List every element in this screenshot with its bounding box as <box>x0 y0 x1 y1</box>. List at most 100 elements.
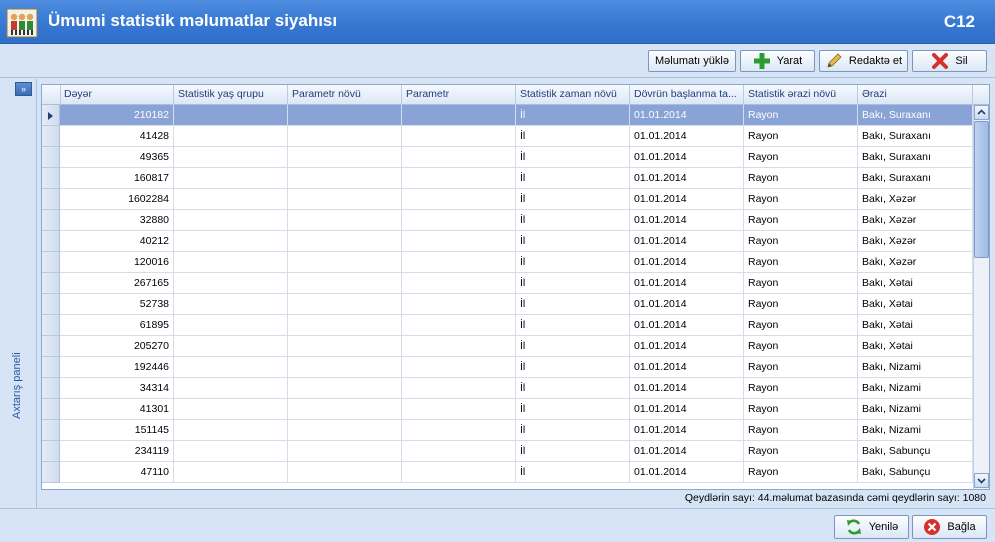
edit-button[interactable]: Redaktə et <box>819 50 908 72</box>
table-cell[interactable]: Rayon <box>744 168 858 189</box>
table-cell[interactable]: İl <box>516 252 630 273</box>
table-row[interactable]: 267165 İl 01.01.2014 Rayon Bakı, Xətai <box>42 273 989 294</box>
close-button[interactable]: Bağla <box>912 515 987 539</box>
table-cell[interactable]: 120016 <box>60 252 174 273</box>
table-cell[interactable]: Rayon <box>744 336 858 357</box>
table-cell[interactable]: Rayon <box>744 357 858 378</box>
table-cell[interactable] <box>402 399 516 420</box>
table-cell[interactable]: 41301 <box>60 399 174 420</box>
table-cell[interactable] <box>174 315 288 336</box>
table-cell[interactable]: Bakı, Sabunçu <box>858 441 973 462</box>
table-cell[interactable]: 192446 <box>60 357 174 378</box>
table-cell[interactable]: Bakı, Sabunçu <box>858 462 973 483</box>
table-cell[interactable] <box>174 357 288 378</box>
table-cell[interactable]: Rayon <box>744 294 858 315</box>
table-cell[interactable]: İl <box>516 462 630 483</box>
row-indicator[interactable] <box>42 210 60 231</box>
row-indicator[interactable] <box>42 420 60 441</box>
table-cell[interactable]: 01.01.2014 <box>630 420 744 441</box>
vertical-scrollbar[interactable] <box>973 105 989 489</box>
table-row[interactable]: 47110 İl 01.01.2014 Rayon Bakı, Sabunçu <box>42 462 989 483</box>
table-row[interactable]: 32880 İl 01.01.2014 Rayon Bakı, Xəzər <box>42 210 989 231</box>
table-cell[interactable]: Bakı, Xəzər <box>858 252 973 273</box>
table-cell[interactable]: 41428 <box>60 126 174 147</box>
column-header[interactable]: Ərazi <box>858 85 973 105</box>
table-cell[interactable] <box>174 168 288 189</box>
table-cell[interactable] <box>174 399 288 420</box>
table-row[interactable]: 49365 İl 01.01.2014 Rayon Bakı, Suraxanı <box>42 147 989 168</box>
table-cell[interactable]: Bakı, Xəzər <box>858 231 973 252</box>
row-indicator[interactable] <box>42 168 60 189</box>
table-cell[interactable]: İl <box>516 168 630 189</box>
row-indicator[interactable] <box>42 252 60 273</box>
table-cell[interactable] <box>174 210 288 231</box>
table-cell[interactable]: 01.01.2014 <box>630 273 744 294</box>
table-cell[interactable]: İl <box>516 231 630 252</box>
table-cell[interactable]: 49365 <box>60 147 174 168</box>
table-cell[interactable] <box>288 189 402 210</box>
row-indicator[interactable] <box>42 336 60 357</box>
table-cell[interactable]: 01.01.2014 <box>630 378 744 399</box>
table-cell[interactable] <box>402 378 516 399</box>
column-header[interactable]: Dəyər <box>60 85 174 105</box>
table-cell[interactable]: Bakı, Nizami <box>858 420 973 441</box>
table-cell[interactable]: İl <box>516 420 630 441</box>
table-cell[interactable] <box>174 294 288 315</box>
column-header[interactable]: Parametr növü <box>288 85 402 105</box>
table-cell[interactable]: 1602284 <box>60 189 174 210</box>
column-header[interactable]: Dövrün başlanma ta... <box>630 85 744 105</box>
scroll-up-button[interactable] <box>974 105 989 120</box>
table-cell[interactable]: 01.01.2014 <box>630 462 744 483</box>
table-cell[interactable] <box>288 126 402 147</box>
table-cell[interactable]: Rayon <box>744 420 858 441</box>
table-cell[interactable]: 40212 <box>60 231 174 252</box>
table-cell[interactable]: Rayon <box>744 210 858 231</box>
table-cell[interactable] <box>288 441 402 462</box>
table-cell[interactable] <box>288 315 402 336</box>
table-cell[interactable] <box>402 294 516 315</box>
table-cell[interactable]: 234119 <box>60 441 174 462</box>
row-indicator[interactable] <box>42 126 60 147</box>
row-indicator[interactable] <box>42 378 60 399</box>
table-cell[interactable]: İl <box>516 273 630 294</box>
table-cell[interactable]: Rayon <box>744 273 858 294</box>
table-cell[interactable] <box>402 126 516 147</box>
table-cell[interactable]: 01.01.2014 <box>630 105 744 126</box>
table-cell[interactable] <box>402 273 516 294</box>
create-button[interactable]: Yarat <box>740 50 815 72</box>
row-indicator[interactable] <box>42 273 60 294</box>
table-row[interactable]: 192446 İl 01.01.2014 Rayon Bakı, Nizami <box>42 357 989 378</box>
table-cell[interactable] <box>402 147 516 168</box>
table-cell[interactable]: İl <box>516 189 630 210</box>
table-cell[interactable] <box>402 168 516 189</box>
table-cell[interactable]: 205270 <box>60 336 174 357</box>
table-cell[interactable]: 47110 <box>60 462 174 483</box>
expand-panel-button[interactable]: » <box>15 82 32 96</box>
table-cell[interactable] <box>288 147 402 168</box>
delete-button[interactable]: Sil <box>912 50 987 72</box>
table-cell[interactable]: İl <box>516 378 630 399</box>
table-row[interactable]: 234119 İl 01.01.2014 Rayon Bakı, Sabunçu <box>42 441 989 462</box>
table-cell[interactable]: Rayon <box>744 441 858 462</box>
table-cell[interactable]: Bakı, Suraxanı <box>858 105 973 126</box>
table-cell[interactable]: Rayon <box>744 378 858 399</box>
table-row[interactable]: 151145 İl 01.01.2014 Rayon Bakı, Nizami <box>42 420 989 441</box>
table-row[interactable]: 52738 İl 01.01.2014 Rayon Bakı, Xətai <box>42 294 989 315</box>
table-cell[interactable] <box>402 441 516 462</box>
table-cell[interactable] <box>402 420 516 441</box>
column-header[interactable]: Statistik ərazi növü <box>744 85 858 105</box>
table-cell[interactable] <box>174 378 288 399</box>
table-cell[interactable]: Bakı, Nizami <box>858 399 973 420</box>
table-cell[interactable] <box>288 231 402 252</box>
row-indicator[interactable] <box>42 315 60 336</box>
table-cell[interactable]: Rayon <box>744 189 858 210</box>
table-cell[interactable] <box>174 126 288 147</box>
table-cell[interactable]: 01.01.2014 <box>630 315 744 336</box>
table-cell[interactable]: 01.01.2014 <box>630 441 744 462</box>
row-indicator[interactable] <box>42 189 60 210</box>
table-cell[interactable]: Bakı, Xətai <box>858 336 973 357</box>
table-cell[interactable]: 160817 <box>60 168 174 189</box>
table-cell[interactable]: İl <box>516 336 630 357</box>
table-cell[interactable] <box>402 189 516 210</box>
table-cell[interactable]: 01.01.2014 <box>630 168 744 189</box>
